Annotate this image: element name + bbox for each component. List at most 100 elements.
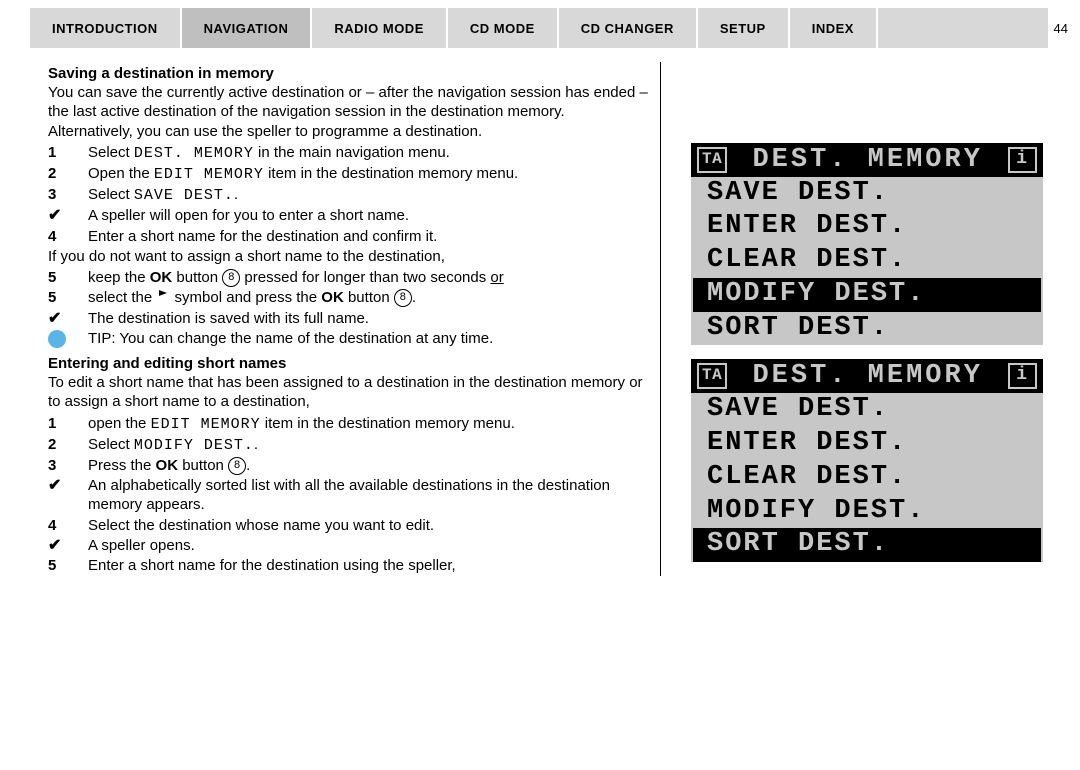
ta-icon: TA bbox=[697, 147, 727, 173]
text: select the bbox=[88, 289, 156, 306]
info-icon: i bbox=[1008, 363, 1037, 389]
result-text: The destination is saved with its full n… bbox=[88, 309, 648, 328]
lcd-title-text: DEST. MEMORY bbox=[737, 361, 998, 391]
text: item in the destination memory menu. bbox=[261, 415, 515, 432]
step-text: Press the OK button 8. bbox=[88, 456, 648, 475]
ta-icon: TA bbox=[697, 363, 727, 389]
tab-radio-mode[interactable]: Radio Mode bbox=[312, 8, 448, 48]
step-text: Open the EDIT MEMORY item in the destina… bbox=[88, 164, 648, 184]
step-text: keep the OK button 8 pressed for longer … bbox=[88, 268, 648, 287]
tab-index[interactable]: Index bbox=[790, 8, 878, 48]
text: Select bbox=[88, 144, 134, 161]
text: Select bbox=[88, 436, 134, 453]
page-number: 44 bbox=[1048, 8, 1068, 48]
step-3: 3 Select SAVE DEST.. bbox=[48, 185, 648, 205]
intro-paragraph-2: To edit a short name that has been assig… bbox=[48, 373, 648, 411]
text: Select bbox=[88, 186, 134, 203]
step-number: 4 bbox=[48, 227, 88, 246]
step-number: 3 bbox=[48, 185, 88, 205]
step-number: 5 bbox=[48, 268, 88, 287]
step-5a: 5 keep the OK button 8 pressed for longe… bbox=[48, 268, 648, 287]
tab-navigation[interactable]: Navigation bbox=[182, 8, 313, 48]
result-row: ✔ The destination is saved with its full… bbox=[48, 309, 648, 328]
step-number: 5 bbox=[48, 556, 88, 575]
step-b4: 4 Select the destination whose name you … bbox=[48, 516, 648, 535]
text: . bbox=[234, 186, 238, 203]
result-text: A speller will open for you to enter a s… bbox=[88, 206, 648, 225]
lcd-item: ENTER DEST. bbox=[691, 427, 1043, 461]
step-b2: 2 Select MODIFY DEST.. bbox=[48, 435, 648, 455]
or-text: or bbox=[490, 269, 503, 286]
tab-setup[interactable]: Setup bbox=[698, 8, 790, 48]
mono-text: EDIT MEMORY bbox=[154, 166, 264, 183]
lcd-item-selected: MODIFY DEST. bbox=[693, 278, 1041, 312]
lcd-item-selected: SORT DEST. bbox=[693, 528, 1041, 562]
heading-saving-destination: Saving a destination in memory bbox=[48, 64, 648, 83]
tab-spacer bbox=[878, 8, 1048, 48]
tab-introduction[interactable]: Introduction bbox=[30, 8, 182, 48]
step-text: Enter a short name for the destination a… bbox=[88, 227, 648, 246]
text: button bbox=[178, 457, 228, 474]
result-row: ✔ A speller will open for you to enter a… bbox=[48, 206, 648, 225]
lcd-item: CLEAR DEST. bbox=[691, 461, 1043, 495]
text: pressed for longer than two seconds bbox=[240, 269, 490, 286]
step-4: 4 Enter a short name for the destination… bbox=[48, 227, 648, 246]
result-text: A speller opens. bbox=[88, 536, 648, 555]
text: . bbox=[246, 457, 250, 474]
bold-text: OK bbox=[156, 457, 179, 474]
top-tab-bar: Introduction Navigation Radio Mode Cd Mo… bbox=[30, 8, 1068, 48]
illustration-column: TA DEST. MEMORY i SAVE DEST. ENTER DEST.… bbox=[661, 62, 1050, 576]
check-icon: ✔ bbox=[48, 206, 88, 225]
step-text: Select DEST. MEMORY in the main navigati… bbox=[88, 143, 648, 163]
tip-dot-icon bbox=[48, 329, 88, 348]
step-5b: 5 select the symbol and press the OK but… bbox=[48, 288, 648, 308]
info-icon: i bbox=[1008, 147, 1037, 173]
button-ref-icon: 8 bbox=[228, 457, 246, 475]
result-row: ✔ An alphabetically sorted list with all… bbox=[48, 476, 648, 514]
intro-paragraph-1: You can save the currently active destin… bbox=[48, 83, 648, 141]
step-text: Select SAVE DEST.. bbox=[88, 185, 648, 205]
step-1: 1 Select DEST. MEMORY in the main naviga… bbox=[48, 143, 648, 163]
result-row: ✔ A speller opens. bbox=[48, 536, 648, 555]
step-number: 5 bbox=[48, 288, 88, 308]
step-number: 2 bbox=[48, 435, 88, 455]
bold-text: OK bbox=[321, 289, 344, 306]
step-number: 3 bbox=[48, 456, 88, 475]
mono-text: DEST. MEMORY bbox=[134, 145, 254, 162]
check-icon: ✔ bbox=[48, 476, 88, 514]
paragraph: If you do not want to assign a short nam… bbox=[48, 247, 648, 266]
step-text: select the symbol and press the OK butto… bbox=[88, 288, 648, 308]
mono-text: EDIT MEMORY bbox=[151, 416, 261, 433]
text: Open the bbox=[88, 165, 154, 182]
tip-row: TIP: You can change the name of the dest… bbox=[48, 329, 648, 348]
step-text: Select the destination whose name you wa… bbox=[88, 516, 648, 535]
step-number: 1 bbox=[48, 414, 88, 434]
tab-cd-changer[interactable]: Cd Changer bbox=[559, 8, 698, 48]
lcd-screen-1: TA DEST. MEMORY i SAVE DEST. ENTER DEST.… bbox=[691, 143, 1043, 346]
lcd-item: ENTER DEST. bbox=[691, 210, 1043, 244]
text: keep the bbox=[88, 269, 150, 286]
text: in the main navigation menu. bbox=[254, 144, 450, 161]
tab-cd-mode[interactable]: Cd Mode bbox=[448, 8, 559, 48]
step-b1: 1 open the EDIT MEMORY item in the desti… bbox=[48, 414, 648, 434]
text: Press the bbox=[88, 457, 156, 474]
step-b3: 3 Press the OK button 8. bbox=[48, 456, 648, 475]
text: . bbox=[412, 289, 416, 306]
text: . bbox=[254, 436, 258, 453]
step-text: Enter a short name for the destination u… bbox=[88, 556, 648, 575]
bold-text: OK bbox=[150, 269, 173, 286]
heading-editing-short-names: Entering and editing short names bbox=[48, 354, 648, 373]
result-text: An alphabetically sorted list with all t… bbox=[88, 476, 648, 514]
lcd-screen-2: TA DEST. MEMORY i SAVE DEST. ENTER DEST.… bbox=[691, 359, 1043, 562]
tip-text: TIP: You can change the name of the dest… bbox=[88, 329, 648, 348]
text: button bbox=[344, 289, 394, 306]
lcd-item: MODIFY DEST. bbox=[691, 495, 1043, 529]
button-ref-icon: 8 bbox=[394, 289, 412, 307]
step-2: 2 Open the EDIT MEMORY item in the desti… bbox=[48, 164, 648, 184]
lcd-item: SAVE DEST. bbox=[691, 177, 1043, 211]
lcd-item: SORT DEST. bbox=[691, 312, 1043, 346]
button-ref-icon: 8 bbox=[222, 269, 240, 287]
check-icon: ✔ bbox=[48, 536, 88, 555]
lcd-item: CLEAR DEST. bbox=[691, 244, 1043, 278]
step-b5: 5 Enter a short name for the destination… bbox=[48, 556, 648, 575]
